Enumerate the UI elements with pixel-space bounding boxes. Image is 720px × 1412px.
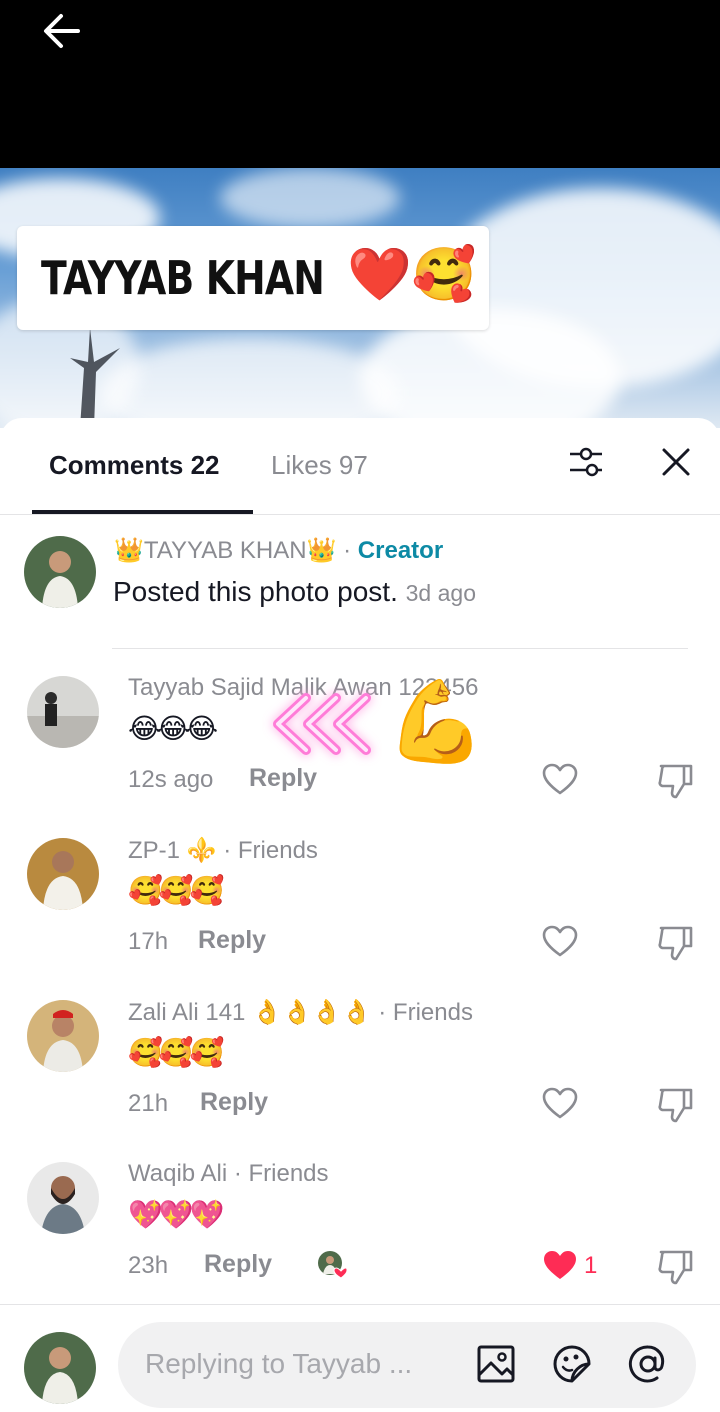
like-button[interactable] — [541, 762, 579, 796]
comment-time: 17h — [128, 928, 169, 955]
avatar[interactable] — [24, 536, 96, 608]
thumbs-down-icon — [658, 764, 693, 799]
creator-post-time: 3d ago — [405, 580, 476, 606]
top-bar — [0, 0, 720, 168]
dislike-button[interactable] — [656, 1086, 696, 1124]
reply-button[interactable]: Reply — [198, 926, 266, 955]
comment-time: 12s ago — [128, 766, 214, 793]
close-button[interactable] — [658, 444, 694, 480]
creator-separator: · — [336, 537, 358, 564]
sticker-icon — [553, 1345, 591, 1383]
footer-divider — [0, 1304, 720, 1305]
comment-item: Zali Ali 141 👌👌👌👌 · Friends 🥰🥰🥰 21h Repl… — [0, 992, 720, 1152]
creator-name[interactable]: 👑TAYYAB KHAN👑 — [114, 537, 336, 564]
creator-badge: Creator — [357, 537, 444, 564]
dislike-button[interactable] — [656, 762, 696, 800]
tab-bar: Comments 22 Likes 97 — [0, 418, 720, 515]
comments-sheet: Comments 22 Likes 97 👑TAYYAB KHAN👑 · Cre… — [0, 418, 720, 1412]
comment-input[interactable]: Replying to Tayyab ... — [118, 1322, 696, 1408]
comment-item: ZP-1 ⚜️ · Friends 🥰🥰🥰 17h Reply — [0, 830, 720, 990]
avatar[interactable] — [27, 838, 99, 910]
comment-text: 💖💖💖 — [128, 1199, 225, 1230]
post-name-label: TAYYAB KHAN ❤️🥰 — [17, 226, 489, 330]
sticker-button[interactable] — [550, 1342, 594, 1386]
comment-input-placeholder: Replying to Tayyab ... — [145, 1348, 413, 1379]
filter-button[interactable] — [566, 442, 606, 482]
tab-likes[interactable]: Likes 97 — [271, 450, 368, 481]
mention-button[interactable] — [626, 1342, 670, 1386]
comment-author[interactable]: Tayyab Sajid Malik Awan 123456 — [128, 674, 478, 702]
back-button[interactable] — [40, 10, 84, 54]
tab-active-indicator — [32, 510, 253, 514]
thumbs-down-icon — [658, 926, 693, 961]
comment-item: Waqib Ali · Friends 💖💖💖 23h Reply 1 — [0, 1154, 720, 1314]
at-icon — [628, 1345, 665, 1383]
creator-post-row: 👑TAYYAB KHAN👑 · Creator Posted this phot… — [0, 526, 720, 650]
like-button[interactable] — [541, 1086, 579, 1120]
reply-button[interactable]: Reply — [204, 1250, 272, 1279]
creator-post-text: Posted this photo post. 3d ago — [113, 576, 476, 608]
comment-time: 21h — [128, 1090, 169, 1117]
dislike-button[interactable] — [656, 924, 696, 962]
post-name-text: TAYYAB KHAN — [41, 251, 325, 305]
arrow-left-icon — [44, 14, 80, 48]
like-button[interactable] — [541, 1248, 579, 1282]
comment-author[interactable]: ZP-1 ⚜️ · Friends — [128, 836, 318, 865]
avatar[interactable] — [27, 1162, 99, 1234]
comment-time: 23h — [128, 1252, 169, 1279]
thumbs-down-icon — [658, 1250, 693, 1285]
post-name-emojis: ❤️🥰 — [347, 246, 477, 304]
dislike-button[interactable] — [656, 1248, 696, 1286]
comment-item: Tayyab Sajid Malik Awan 123456 😂😂😂 12s a… — [0, 668, 720, 828]
comment-author[interactable]: Waqib Ali · Friends — [128, 1160, 329, 1188]
comment-text: 😂😂😂 — [128, 713, 218, 744]
divider — [112, 648, 688, 649]
avatar[interactable] — [27, 676, 99, 748]
current-user-avatar[interactable] — [24, 1332, 96, 1404]
comment-author[interactable]: Zali Ali 141 👌👌👌👌 · Friends — [128, 998, 473, 1027]
heart-outline-icon — [542, 763, 578, 795]
comment-text: 🥰🥰🥰 — [128, 1037, 225, 1068]
heart-outline-icon — [542, 1087, 578, 1119]
reply-button[interactable]: Reply — [249, 764, 317, 793]
creator-name-line: 👑TAYYAB KHAN👑 · Creator — [114, 536, 443, 565]
like-count: 1 — [584, 1252, 598, 1279]
reply-button[interactable]: Reply — [200, 1088, 268, 1117]
creator-liked-badge — [317, 1250, 348, 1280]
comment-text: 🥰🥰🥰 — [128, 875, 225, 906]
heart-filled-icon — [544, 1251, 576, 1279]
tab-comments[interactable]: Comments 22 — [49, 450, 220, 481]
image-icon — [477, 1345, 515, 1383]
like-button[interactable] — [541, 924, 579, 958]
avatar[interactable] — [27, 1000, 99, 1072]
close-icon — [662, 448, 690, 476]
creator-post-message: Posted this photo post. — [113, 576, 398, 607]
image-button[interactable] — [474, 1342, 518, 1386]
sliders-icon — [570, 447, 602, 477]
thumbs-down-icon — [658, 1088, 693, 1123]
heart-outline-icon — [542, 925, 578, 957]
